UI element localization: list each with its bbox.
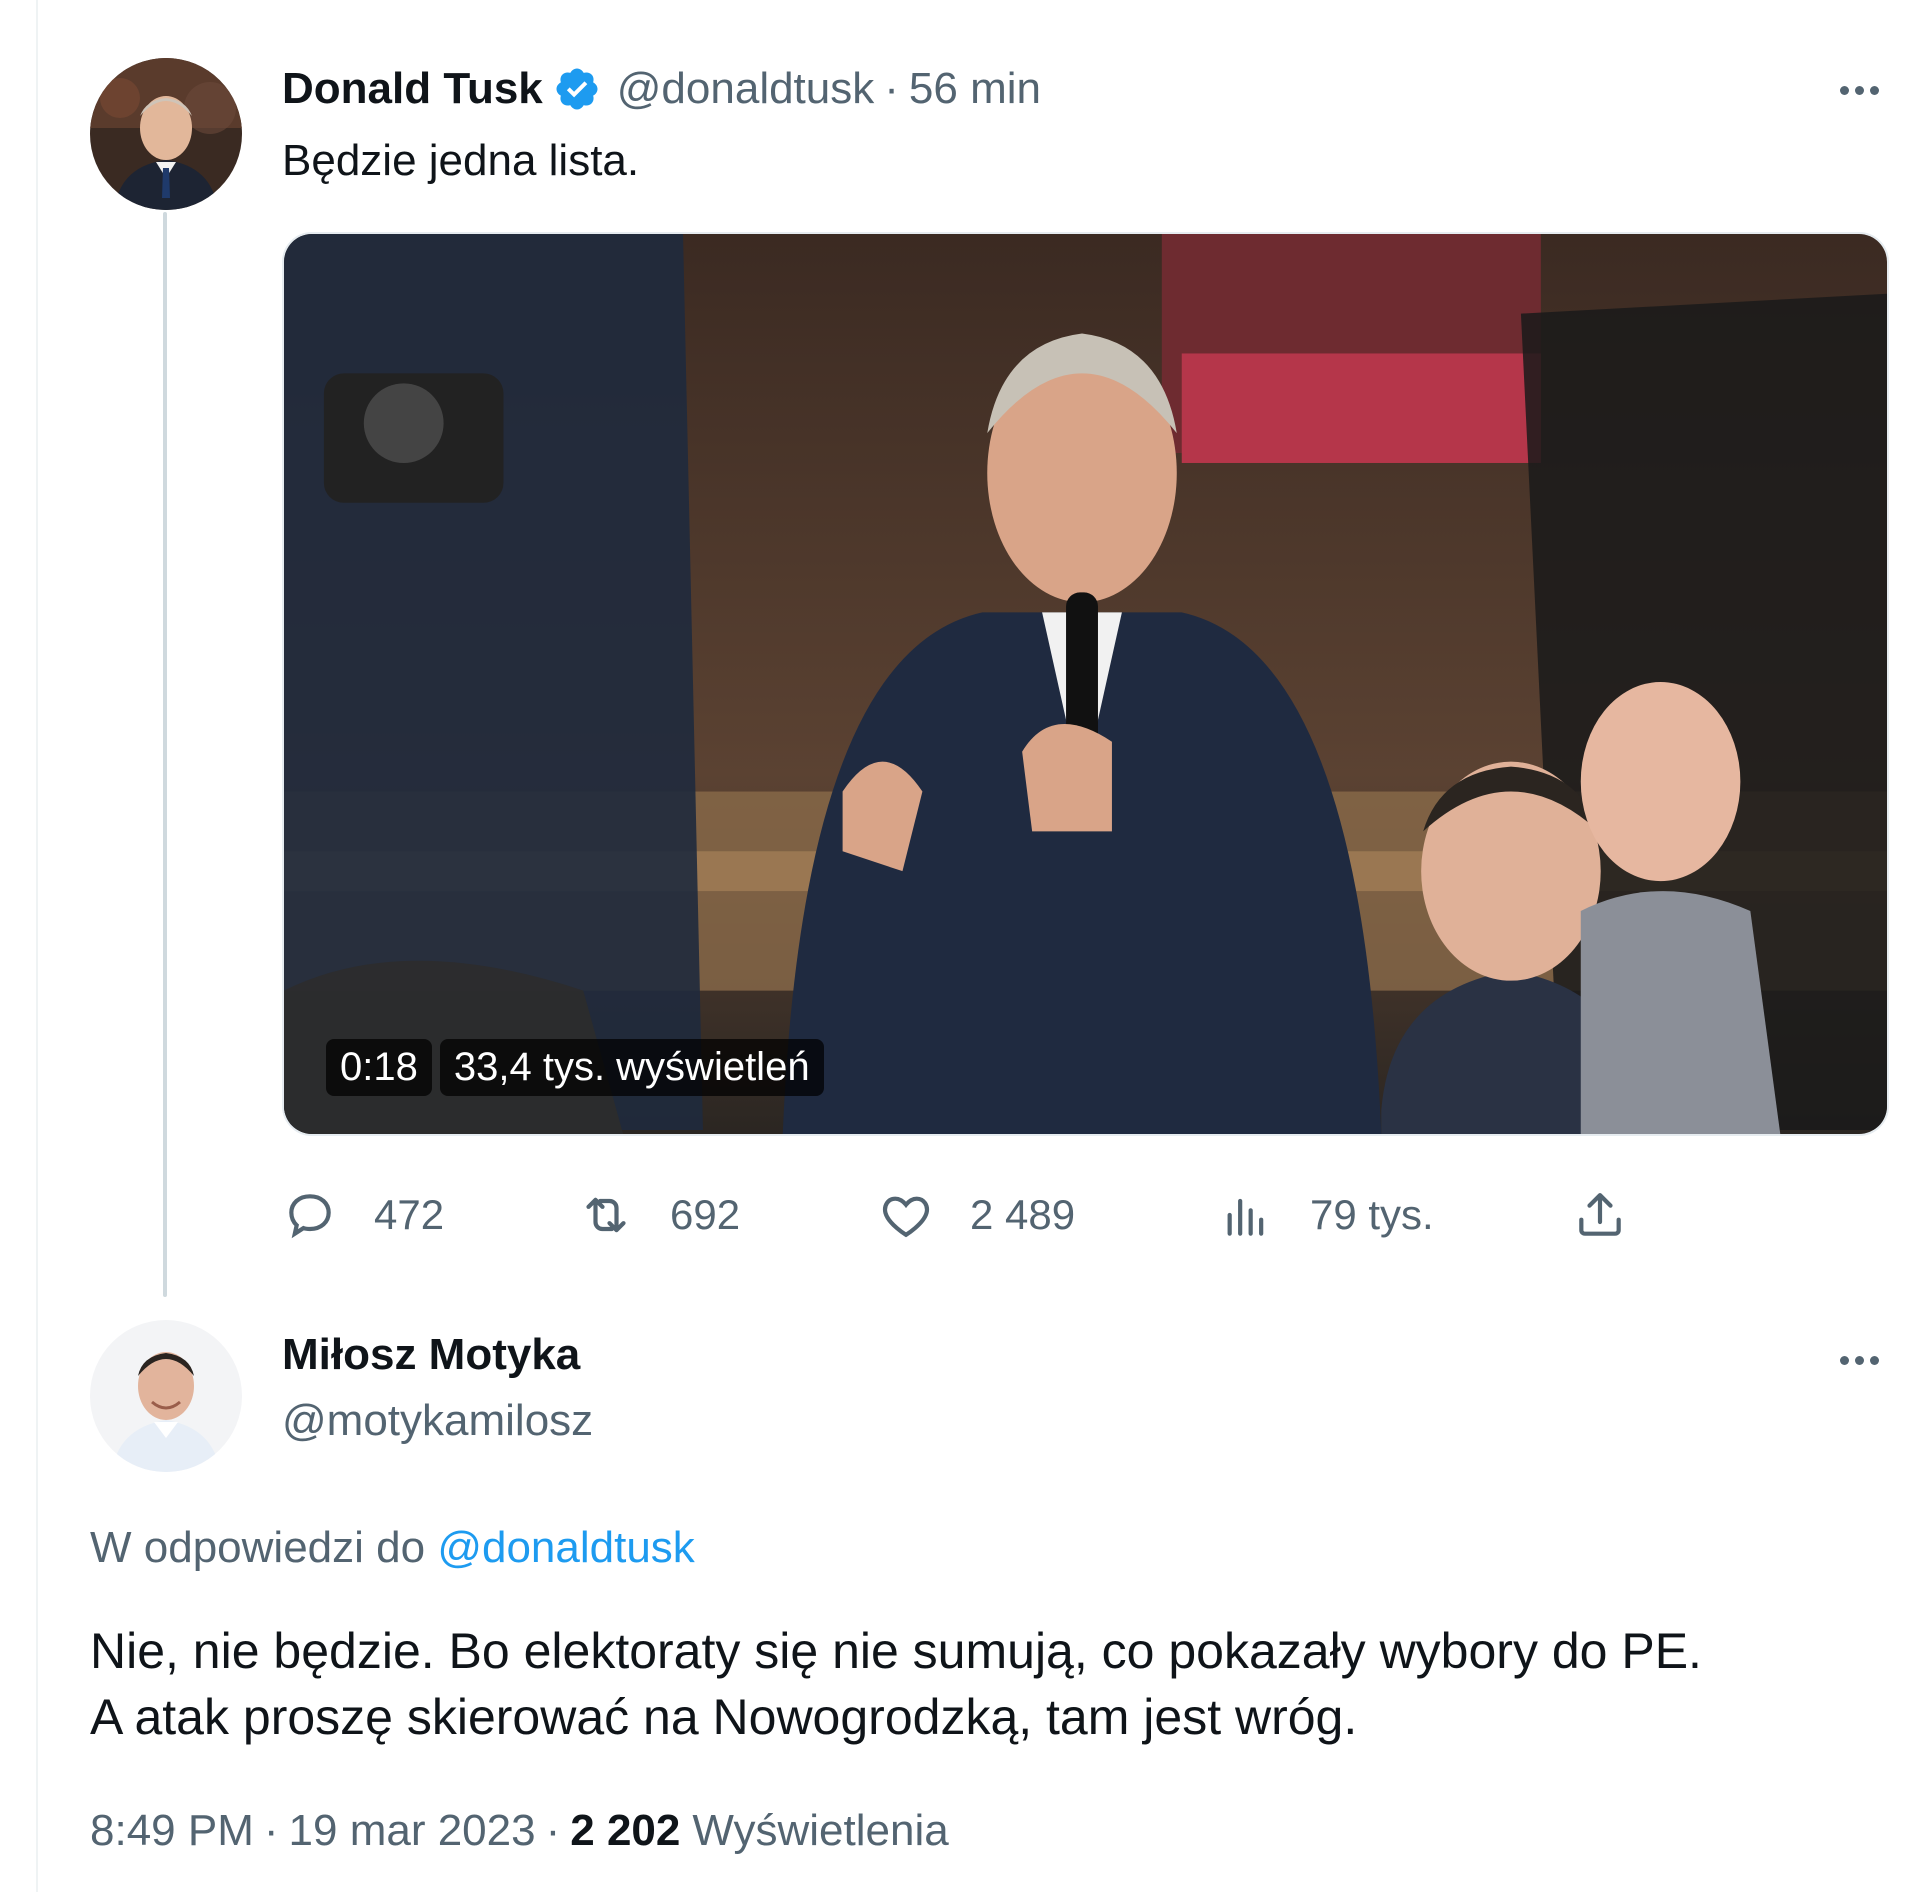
author-handle[interactable]: @donaldtusk bbox=[617, 64, 875, 114]
views-button[interactable]: 79 tys. bbox=[1218, 1180, 1434, 1250]
reply-meta: 8:49 PM · 19 mar 2023 · 2 202 Wyświetlen… bbox=[90, 1806, 949, 1856]
repost-count: 692 bbox=[670, 1191, 741, 1238]
tweet-text: Będzie jedna lista. bbox=[282, 136, 640, 185]
reply-views-label: Wyświetlenia bbox=[692, 1806, 949, 1855]
meta-separator-2: · bbox=[545, 1806, 561, 1855]
reply-time[interactable]: 8:49 PM bbox=[90, 1806, 254, 1856]
tweet-time[interactable]: 56 min bbox=[909, 64, 1041, 114]
reply-count: 472 bbox=[374, 1191, 445, 1238]
reply-icon bbox=[289, 1194, 331, 1239]
reply-text: Nie, nie będzie. Bo elektoraty się nie s… bbox=[90, 1618, 1890, 1750]
video-thumbnail bbox=[284, 234, 1887, 1134]
views-count: 79 tys. bbox=[1310, 1191, 1434, 1238]
reply-to-mention[interactable]: @donaldtusk bbox=[437, 1523, 695, 1572]
reply-button[interactable]: 472 bbox=[282, 1180, 444, 1250]
tweet-actions: 472 692 2 489 79 tys. bbox=[282, 1180, 1682, 1250]
reply-author-handle[interactable]: @motykamilosz bbox=[282, 1396, 593, 1446]
repost-icon bbox=[586, 1197, 626, 1233]
reply-date[interactable]: 19 mar 2023 bbox=[289, 1806, 536, 1856]
reply-header: Miłosz Motyka bbox=[282, 1330, 580, 1380]
reply-more-options-icon[interactable] bbox=[1840, 1356, 1879, 1365]
share-button[interactable] bbox=[1572, 1180, 1628, 1250]
reply-to-label: W odpowiedzi do bbox=[90, 1523, 426, 1572]
video-player[interactable]: 0:18 33,4 tys. wyświetleń bbox=[282, 232, 1889, 1136]
avatar-photo bbox=[90, 58, 242, 210]
video-views: 33,4 tys. wyświetleń bbox=[439, 1039, 824, 1096]
author-name[interactable]: Donald Tusk bbox=[282, 64, 543, 114]
meta-separator-1: · bbox=[263, 1806, 279, 1855]
reply-to-line: W odpowiedzi do @donaldtusk bbox=[90, 1523, 695, 1573]
like-button[interactable]: 2 489 bbox=[878, 1180, 1075, 1250]
header-separator: · bbox=[884, 64, 899, 113]
share-icon bbox=[1579, 1193, 1621, 1236]
reply-text-line-2: A atak proszę skierować na Nowogrodzką, … bbox=[90, 1689, 1358, 1745]
thread-connector-line bbox=[163, 212, 167, 1297]
avatar-photo bbox=[90, 1320, 242, 1472]
heart-icon bbox=[882, 1196, 930, 1238]
video-overlay: 0:18 33,4 tys. wyświetleń bbox=[326, 1039, 824, 1096]
reply-author-name[interactable]: Miłosz Motyka bbox=[282, 1330, 580, 1380]
avatar-donald-tusk[interactable] bbox=[90, 58, 242, 210]
video-duration: 0:18 bbox=[326, 1039, 432, 1096]
timeline-border bbox=[36, 0, 38, 1892]
reply-handle-row: @motykamilosz bbox=[282, 1396, 593, 1446]
reply-views-count: 2 202 bbox=[570, 1806, 681, 1855]
reply-text-line-1: Nie, nie będzie. Bo elektoraty się nie s… bbox=[90, 1623, 1702, 1679]
analytics-icon bbox=[1227, 1198, 1264, 1236]
verified-badge-icon[interactable] bbox=[553, 65, 601, 113]
repost-button[interactable]: 692 bbox=[578, 1180, 740, 1250]
avatar-milosz-motyka[interactable] bbox=[90, 1320, 242, 1472]
like-count: 2 489 bbox=[970, 1191, 1076, 1238]
tweet-header: Donald Tusk @donaldtusk · 56 min bbox=[282, 64, 1041, 114]
more-options-icon[interactable] bbox=[1840, 86, 1879, 95]
